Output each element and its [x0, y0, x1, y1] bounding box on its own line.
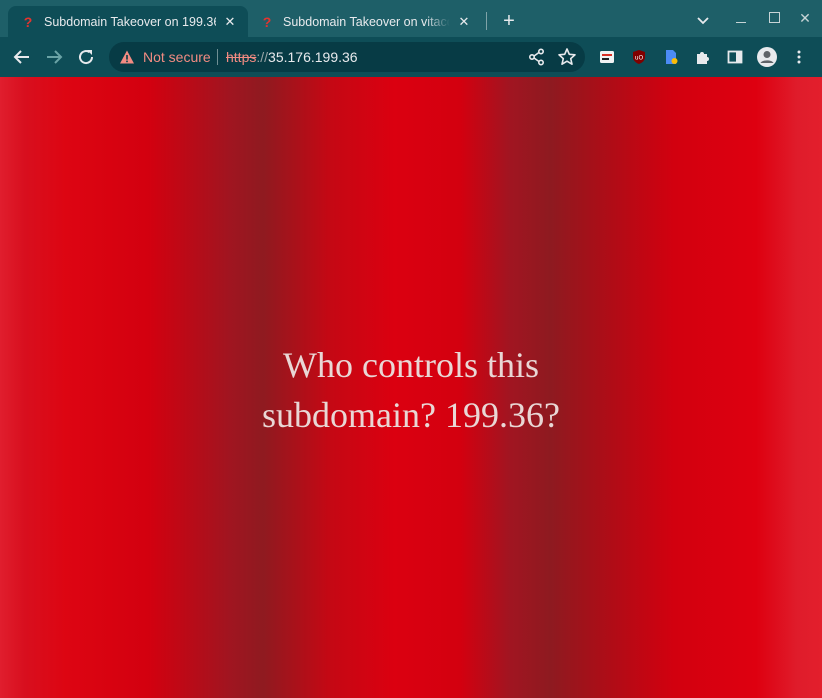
question-mark-icon: ?: [262, 13, 272, 30]
not-secure-label: Not secure: [143, 49, 211, 65]
browser-toolbar: Not secure https://35.176.199.36 uO: [0, 37, 822, 77]
minimize-button[interactable]: [731, 8, 751, 28]
window-close-button[interactable]: ✕: [795, 8, 815, 28]
address-bar[interactable]: Not secure https://35.176.199.36: [109, 42, 585, 72]
tab-title: Subdomain Takeover on vitacco: [283, 14, 450, 29]
tab-title: Subdomain Takeover on 199.36: [44, 14, 216, 29]
extension-document-icon[interactable]: [659, 45, 683, 69]
tab-subdomain-takeover-vitacco[interactable]: ? Subdomain Takeover on vitacco ✕: [250, 6, 482, 37]
back-arrow-icon[interactable]: [10, 45, 34, 69]
close-icon[interactable]: ✕: [222, 14, 238, 30]
tab-divider: [486, 12, 487, 30]
profile-avatar-icon[interactable]: [755, 45, 779, 69]
share-icon[interactable]: [527, 47, 547, 67]
page-headline: Who controls this subdomain? 199.36?: [0, 340, 822, 440]
headline-line-2: subdomain? 199.36?: [262, 395, 560, 435]
page-content: Who controls this subdomain? 199.36?: [0, 77, 822, 698]
security-indicator[interactable]: Not secure: [119, 48, 211, 66]
headline-line-1: Who controls this: [283, 345, 539, 385]
side-panel-icon[interactable]: [723, 45, 747, 69]
question-mark-icon: ?: [23, 13, 33, 30]
extensions-puzzle-icon[interactable]: [691, 45, 715, 69]
new-tab-button[interactable]: +: [498, 10, 520, 32]
svg-text:uO: uO: [635, 55, 644, 62]
extension-pocket-icon[interactable]: [595, 45, 619, 69]
maximize-button[interactable]: [764, 8, 784, 28]
close-icon[interactable]: ✕: [456, 14, 472, 30]
url-host: 35.176.199.36: [268, 49, 358, 65]
menu-kebab-icon[interactable]: [787, 45, 811, 69]
tab-search-chevron-icon[interactable]: [693, 12, 713, 30]
tab-strip: ? Subdomain Takeover on 199.36 ✕ ? Subdo…: [0, 0, 822, 37]
url-scheme: https: [226, 49, 257, 65]
tab-subdomain-takeover-199-36[interactable]: ? Subdomain Takeover on 199.36 ✕: [8, 6, 248, 37]
url-text[interactable]: https://35.176.199.36: [226, 49, 358, 65]
omnibox-divider: [217, 49, 218, 65]
forward-arrow-icon[interactable]: [42, 45, 66, 69]
reload-icon[interactable]: [74, 45, 98, 69]
ublock-origin-icon[interactable]: uO: [627, 45, 651, 69]
warning-triangle-icon: [120, 50, 134, 64]
bookmark-star-icon[interactable]: [557, 47, 577, 67]
url-separator: ://: [256, 49, 269, 65]
